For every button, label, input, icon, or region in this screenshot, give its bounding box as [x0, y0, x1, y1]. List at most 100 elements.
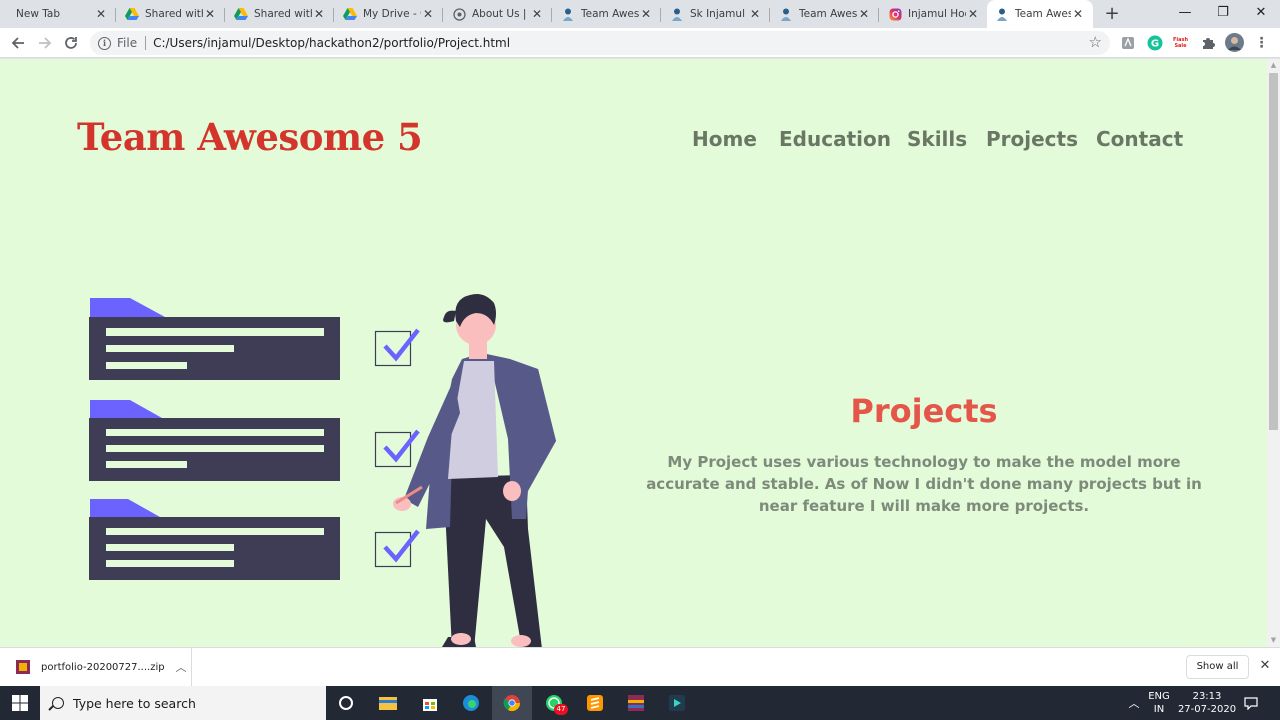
cortana-icon[interactable] [326, 686, 366, 720]
download-shelf: portfolio-20200727....zip ︿ Show all ✕ [0, 647, 1280, 686]
scrollbar-thumb[interactable] [1269, 73, 1278, 430]
nav-projects[interactable]: Projects [986, 127, 1078, 151]
winrar-icon[interactable] [616, 686, 656, 720]
tab-close-icon[interactable]: ✕ [421, 7, 435, 21]
whatsapp-icon[interactable]: 47 [534, 686, 574, 720]
url-text[interactable]: C:/Users/injamul/Desktop/hackathon2/port… [153, 36, 510, 50]
tab-close-icon[interactable]: ✕ [312, 7, 326, 21]
grammarly-icon[interactable]: G [1146, 34, 1163, 51]
puzzle-icon[interactable] [1199, 34, 1216, 51]
page-viewport: Team Awesome 5 Home Education Skills Pro… [0, 59, 1267, 647]
tab-title: Sk Injamul H [690, 8, 748, 20]
checkbox-1 [374, 328, 420, 367]
download-item[interactable]: portfolio-20200727....zip ︿ [0, 648, 192, 686]
clock-date: 27-07-2020 [1177, 704, 1237, 715]
language-indicator[interactable]: ENG IN [1146, 686, 1172, 720]
tab-close-icon[interactable]: ✕ [966, 7, 980, 21]
site-logo[interactable]: Team Awesome 5 [77, 115, 423, 159]
language-region: IN [1153, 704, 1165, 715]
tab-close-icon[interactable]: ✕ [530, 7, 544, 21]
person-icon [561, 7, 575, 21]
restore-button[interactable]: ❐ [1204, 0, 1242, 28]
chevron-up-icon[interactable]: ︿ [171, 659, 191, 675]
tab-title: Shared with [254, 8, 312, 20]
nav-skills[interactable]: Skills [907, 127, 967, 151]
tab-title: Shared with [145, 8, 203, 20]
tab-shared-with-2[interactable]: Shared with ✕ [226, 0, 334, 28]
tab-title: Team Aweso [581, 8, 639, 20]
bookmark-star-icon[interactable]: ☆ [1089, 33, 1102, 51]
tab-close-icon[interactable]: ✕ [857, 7, 871, 21]
info-icon[interactable]: i [98, 36, 111, 50]
nav-home[interactable]: Home [692, 127, 757, 151]
checkbox-2 [374, 429, 420, 468]
store-icon[interactable] [410, 686, 450, 720]
task-card-3 [89, 499, 340, 580]
avatar[interactable] [1225, 33, 1244, 52]
tab-title: Team Aweso [1015, 8, 1071, 20]
site-icon [452, 7, 466, 21]
tab-title: Injamul Hoq [908, 8, 966, 20]
pdf-icon[interactable] [1119, 34, 1136, 51]
clock[interactable]: 23:13 27-07-2020 [1176, 686, 1238, 720]
close-shelf-icon[interactable]: ✕ [1256, 657, 1274, 675]
person-figure [393, 294, 556, 647]
new-tab-button[interactable]: + [1102, 4, 1122, 24]
tab-about-us[interactable]: About Us | E ✕ [444, 0, 552, 28]
tab-team-awesome-2[interactable]: Team Aweso ✕ [771, 0, 879, 28]
start-button[interactable] [0, 686, 40, 720]
clock-time: 23:13 [1192, 691, 1222, 702]
tab-close-icon[interactable]: ✕ [748, 7, 762, 21]
minimize-button[interactable]: — [1166, 0, 1204, 28]
sublime-text-icon[interactable] [575, 686, 615, 720]
filmora-icon[interactable] [657, 686, 697, 720]
taskbar-search-box[interactable]: Type here to search [40, 686, 326, 720]
chrome-icon[interactable] [492, 686, 532, 720]
tab-my-drive[interactable]: My Drive - G ✕ [335, 0, 443, 28]
address-bar[interactable]: i File C:/Users/injamul/Desktop/hackatho… [90, 31, 1110, 55]
tab-close-icon[interactable]: ✕ [1071, 7, 1085, 21]
tab-title: My Drive - G [363, 8, 421, 20]
person-icon [995, 7, 1009, 21]
address-divider [145, 36, 147, 50]
back-button[interactable] [8, 33, 28, 53]
tab-new-tab[interactable]: New Tab ✕ [8, 0, 116, 28]
tab-close-icon[interactable]: ✕ [94, 7, 108, 21]
task-card-1 [89, 298, 340, 380]
show-all-button[interactable]: Show all [1186, 655, 1249, 679]
person-icon [670, 7, 684, 21]
edge-icon[interactable] [451, 686, 491, 720]
forward-arrow-icon [39, 37, 52, 49]
nav-contact[interactable]: Contact [1096, 127, 1183, 151]
menu-kebab-icon[interactable]: ⋮ [1253, 34, 1270, 51]
nav-education[interactable]: Education [779, 127, 891, 151]
forward-button[interactable] [35, 33, 55, 53]
scroll-up-icon[interactable]: ▲ [1267, 59, 1280, 72]
notifications-icon[interactable] [1244, 686, 1264, 720]
tab-title: New Tab [16, 8, 61, 20]
tab-shared-with-1[interactable]: Shared with ✕ [117, 0, 225, 28]
flash-sale-icon[interactable]: Flash Sale [1172, 34, 1189, 51]
tab-close-icon[interactable]: ✕ [639, 7, 653, 21]
google-drive-icon [125, 7, 139, 21]
reload-icon [65, 37, 77, 49]
reload-button[interactable] [61, 33, 81, 53]
google-drive-icon [234, 7, 248, 21]
tab-team-awesome-active[interactable]: Team Aweso ✕ [987, 0, 1093, 28]
tab-instagram[interactable]: Injamul Hoq ✕ [880, 0, 988, 28]
close-window-button[interactable]: ✕ [1242, 0, 1280, 28]
checkbox-3 [374, 529, 420, 568]
page-scrollbar[interactable]: ▲ ▼ [1267, 59, 1280, 647]
tray-chevron-icon[interactable]: ︿ [1126, 686, 1142, 720]
tab-sk-injamul[interactable]: Sk Injamul H ✕ [662, 0, 770, 28]
back-arrow-icon [11, 37, 24, 49]
tab-title: Team Aweso [799, 8, 857, 20]
tab-team-awesome-1[interactable]: Team Aweso ✕ [553, 0, 661, 28]
section-description: My Project uses various technology to ma… [646, 453, 1202, 515]
search-icon [52, 697, 64, 709]
file-explorer-icon[interactable] [368, 686, 408, 720]
windows-taskbar: Type here to search 47 ︿ ENG IN 23:13 27… [0, 686, 1280, 720]
scroll-down-icon[interactable]: ▼ [1267, 634, 1280, 647]
tab-close-icon[interactable]: ✕ [203, 7, 217, 21]
checklist-illustration [89, 294, 556, 647]
